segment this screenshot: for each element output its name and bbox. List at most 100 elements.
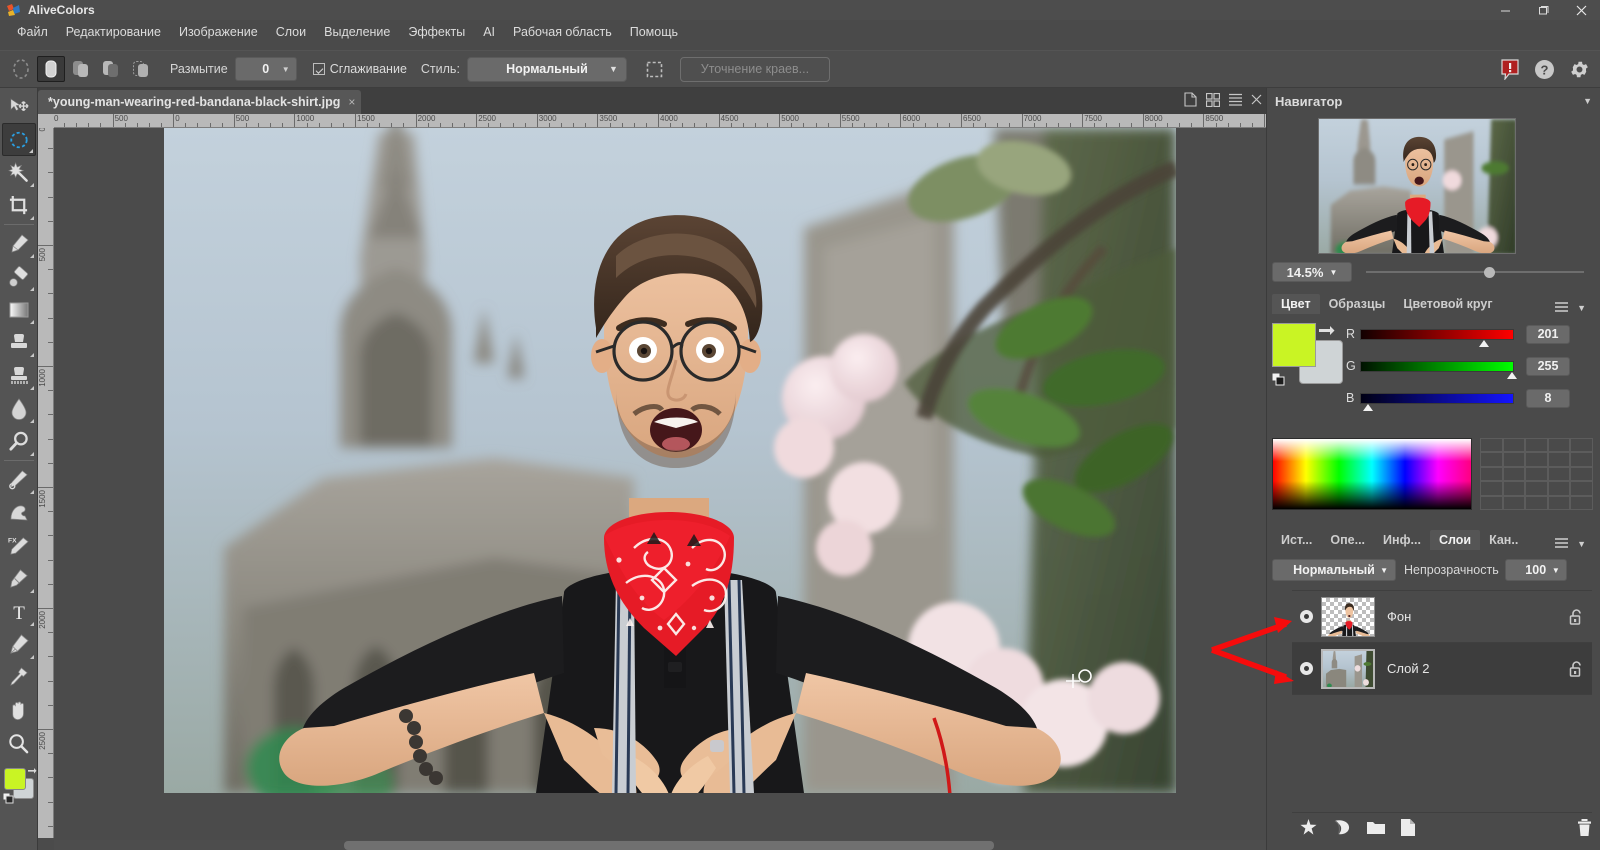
swap-colors-icon[interactable] [1318,325,1335,340]
folder-icon[interactable] [1367,820,1385,835]
swatch-cell[interactable] [1525,495,1548,510]
swatch-cell[interactable] [1570,452,1593,467]
zoom-slider-handle[interactable] [1484,267,1495,278]
tab-swatches[interactable]: Образцы [1320,294,1395,314]
navigator-thumbnail[interactable] [1318,118,1516,254]
subtract-selection-button[interactable] [97,56,125,82]
swatch-cell[interactable] [1480,466,1503,482]
table-row[interactable]: Фон [1292,591,1592,643]
tab-info[interactable]: Инф... [1374,530,1430,550]
swatch-cell[interactable] [1502,481,1526,496]
swatch-cell[interactable] [1547,466,1571,482]
settings-icon[interactable] [1569,59,1590,80]
table-row[interactable]: Слой 2 [1292,643,1592,695]
close-button[interactable] [1562,0,1600,20]
new-selection-button[interactable] [37,56,65,82]
tab-color-wheel[interactable]: Цветовой круг [1394,294,1501,314]
zoom-tool[interactable] [2,727,36,760]
swatch-cell[interactable] [1502,438,1526,453]
swatch-cell[interactable] [1525,438,1548,453]
hamburger-menu-icon[interactable] [1555,538,1569,550]
antialias-checkbox[interactable]: Сглаживание [312,62,407,76]
add-selection-button[interactable] [67,56,95,82]
canvas-viewport[interactable] [54,128,1266,838]
default-colors-icon[interactable] [2,793,14,804]
menu-ai[interactable]: AI [474,22,504,42]
menu-edit[interactable]: Редактирование [57,22,170,42]
horizontal-scrollbar[interactable] [54,840,1266,850]
channel-g-value[interactable]: 255 [1526,356,1570,376]
swatch-cell[interactable] [1570,481,1593,496]
swatch-cell[interactable] [1547,481,1571,496]
menu-file[interactable]: Файл [8,22,57,42]
stamp-tool[interactable] [2,326,36,359]
layer-visibility-icon[interactable] [1300,662,1313,675]
layer-visibility-icon[interactable] [1300,610,1313,623]
pen-tool[interactable] [2,628,36,661]
channel-r-handle[interactable] [1479,339,1489,347]
channel-r-value[interactable]: 201 [1526,324,1570,344]
menu-image[interactable]: Изображение [170,22,267,42]
image-canvas[interactable] [164,128,1176,793]
effects-icon[interactable] [1300,819,1317,836]
hand-tool[interactable] [2,694,36,727]
move-tool[interactable] [2,90,36,123]
pattern-stamp-tool[interactable] [2,359,36,392]
swatch-cell[interactable] [1480,481,1503,496]
swatch-cell[interactable] [1570,495,1593,510]
alert-icon[interactable] [1500,58,1520,80]
crop-tool[interactable] [2,189,36,222]
magic-wand-tool[interactable] [2,156,36,189]
grid-icon[interactable] [1206,92,1220,107]
intersect-selection-button[interactable] [127,56,155,82]
zoom-level-input[interactable]: 14.5% ▼ [1272,262,1352,282]
channel-g-handle[interactable] [1507,371,1517,379]
selection-mask-button[interactable] [641,56,669,82]
history-brush-tool[interactable] [2,463,36,496]
tab-color[interactable]: Цвет [1272,294,1320,314]
color-swatches[interactable] [2,766,36,806]
swatch-cell[interactable] [1547,495,1571,510]
foreground-color-swatch[interactable] [1272,323,1316,367]
swatch-cell[interactable] [1502,495,1526,510]
channel-r-slider[interactable] [1360,328,1514,347]
swatch-cell[interactable] [1502,466,1526,482]
opacity-select[interactable]: 100 ▼ [1504,559,1567,581]
menu-workspace[interactable]: Рабочая область [504,22,621,42]
trash-icon[interactable] [1577,819,1592,836]
default-colors-icon[interactable] [1272,373,1285,386]
maximize-button[interactable] [1524,0,1562,20]
horizontal-ruler[interactable]: 0 500 0 500 1000 1500 2000 2500 3000 3500 4000 4500… [54,114,1266,128]
menu-effects[interactable]: Эффекты [399,22,474,42]
list-icon[interactable] [1229,93,1242,106]
blur-input[interactable]: 0 ▼ [234,57,297,81]
swatch-cell[interactable] [1480,438,1503,453]
tab-history[interactable]: Ист... [1272,530,1321,550]
swatch-cell[interactable] [1547,452,1571,467]
mask-icon[interactable] [1333,819,1351,836]
close-icon[interactable]: × [348,95,355,109]
dodge-tool[interactable] [2,425,36,458]
hamburger-menu-icon[interactable] [1555,302,1569,314]
vertical-ruler[interactable]: 050010001500200025003000 [38,128,54,838]
fx-brush-tool[interactable]: FX [2,529,36,562]
smudge-tool[interactable] [2,496,36,529]
tab-operations[interactable]: Опе... [1321,530,1374,550]
marker-tool[interactable] [2,562,36,595]
style-select[interactable]: Нормальный ▼ [466,56,627,82]
help-icon[interactable]: ? [1534,59,1555,80]
refine-edges-button[interactable]: Уточнение краев... [679,56,830,82]
channel-b-handle[interactable] [1363,403,1373,411]
minimize-button[interactable] [1486,0,1524,20]
color-spectrum[interactable] [1272,438,1472,510]
brush-tool[interactable] [2,227,36,260]
menu-layers[interactable]: Слои [267,22,315,42]
tab-layers[interactable]: Слои [1429,530,1481,550]
scrollbar-thumb[interactable] [344,841,994,850]
swatch-cell[interactable] [1525,466,1548,482]
channel-g-slider[interactable] [1360,360,1517,379]
swatch-cell[interactable] [1525,452,1548,467]
eraser-tool[interactable] [2,260,36,293]
blur-tool[interactable] [2,392,36,425]
elliptical-marquee-tool[interactable] [1,123,36,156]
